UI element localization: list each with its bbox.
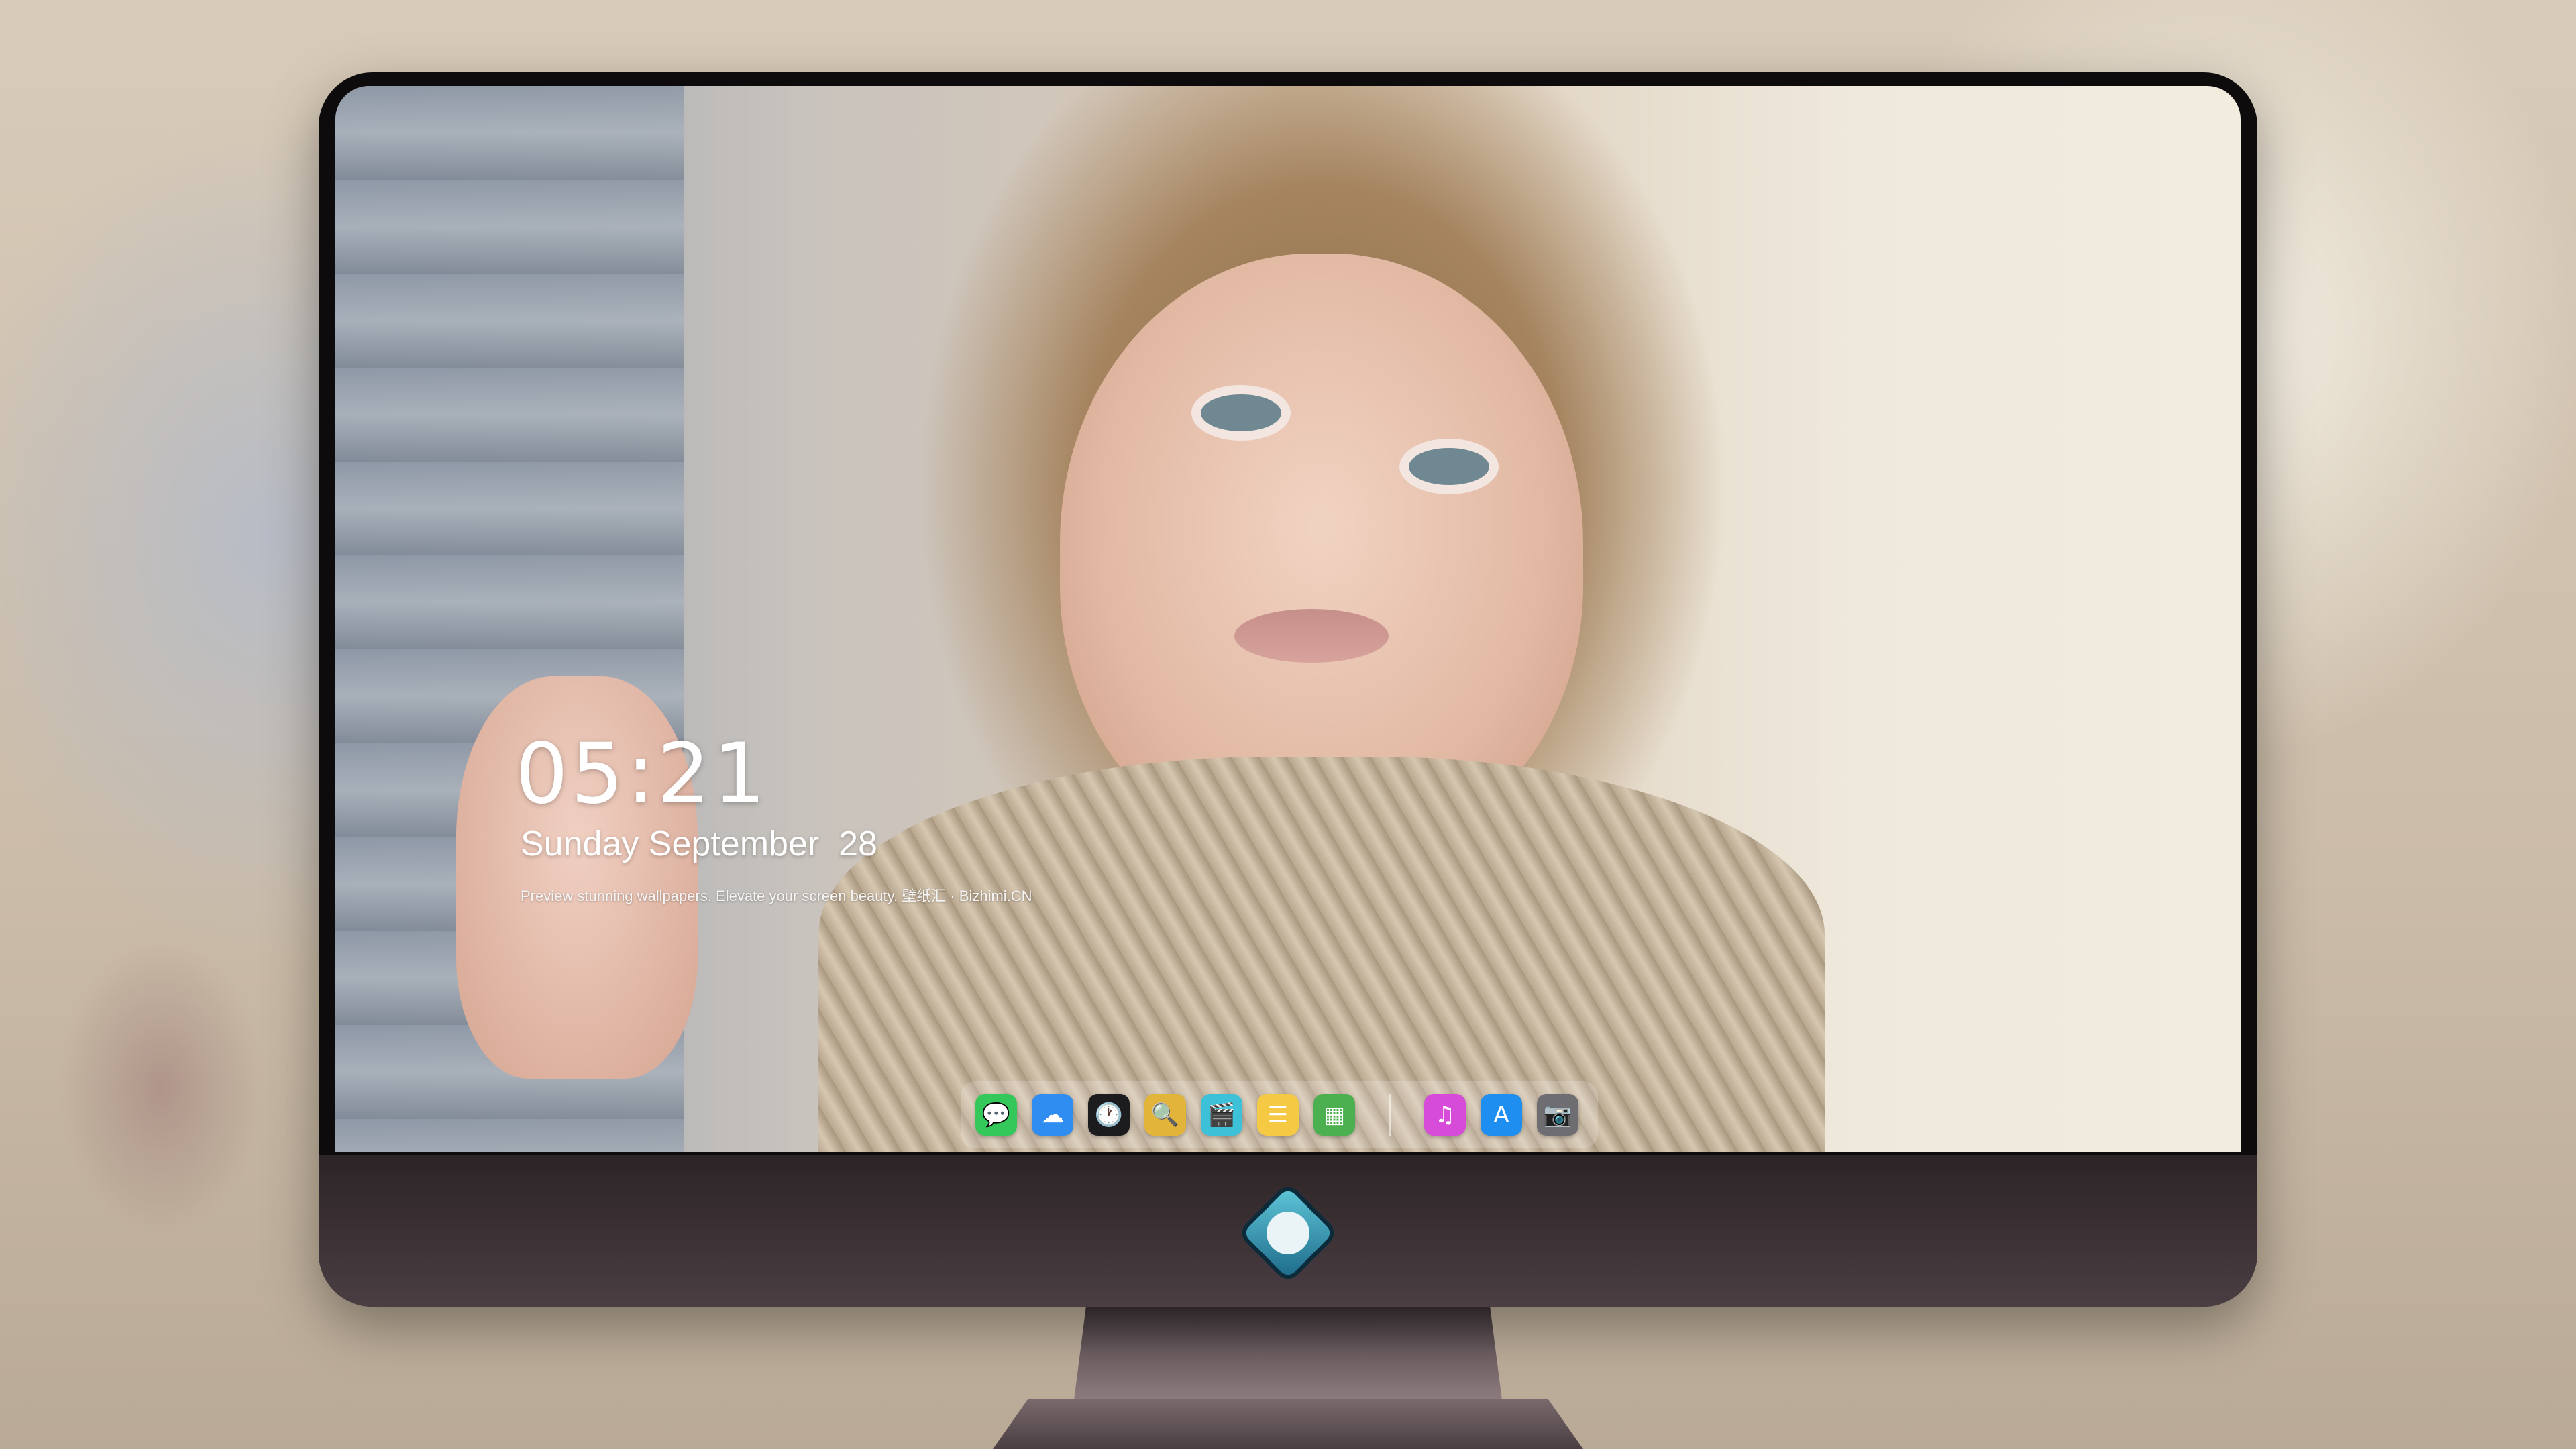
backdrop-blur-detail <box>0 872 322 1308</box>
notes-icon[interactable]: ☰ <box>1257 1094 1299 1136</box>
dock: 💬 ☁ 🕐 🔍 🎬 ☰ ▦ ♫ A 📷 <box>961 1081 1598 1148</box>
preview-icon[interactable]: 🔍 <box>1144 1094 1186 1136</box>
weather-icon[interactable]: ☁ <box>1032 1094 1073 1136</box>
lockscreen-date: Sunday September 28 <box>521 824 877 863</box>
dock-separator <box>1389 1094 1391 1136</box>
music-icon[interactable]: ♫ <box>1424 1094 1466 1136</box>
monitor-stand-base <box>993 1399 1583 1449</box>
wallpaper-lips <box>1234 609 1389 663</box>
clock-icon[interactable]: 🕐 <box>1088 1094 1130 1136</box>
desktop-screen <box>335 86 2241 1152</box>
wallpaper-eye-right <box>1409 448 1489 485</box>
video-clapper-icon[interactable]: 🎬 <box>1201 1094 1242 1136</box>
monitor-stand-neck <box>1073 1305 1503 1405</box>
lockscreen-tagline: Preview stunning wallpapers. Elevate you… <box>521 888 1032 904</box>
app-store-icon[interactable]: A <box>1481 1094 1522 1136</box>
camera-icon[interactable]: 📷 <box>1537 1094 1578 1136</box>
messages-icon[interactable]: 💬 <box>975 1094 1017 1136</box>
brand-logo-face <box>1267 1212 1309 1254</box>
wallpaper-eye-left <box>1201 394 1281 431</box>
photo-collage-icon[interactable]: ▦ <box>1313 1094 1355 1136</box>
lockscreen-clock: 05:21 <box>515 726 769 822</box>
